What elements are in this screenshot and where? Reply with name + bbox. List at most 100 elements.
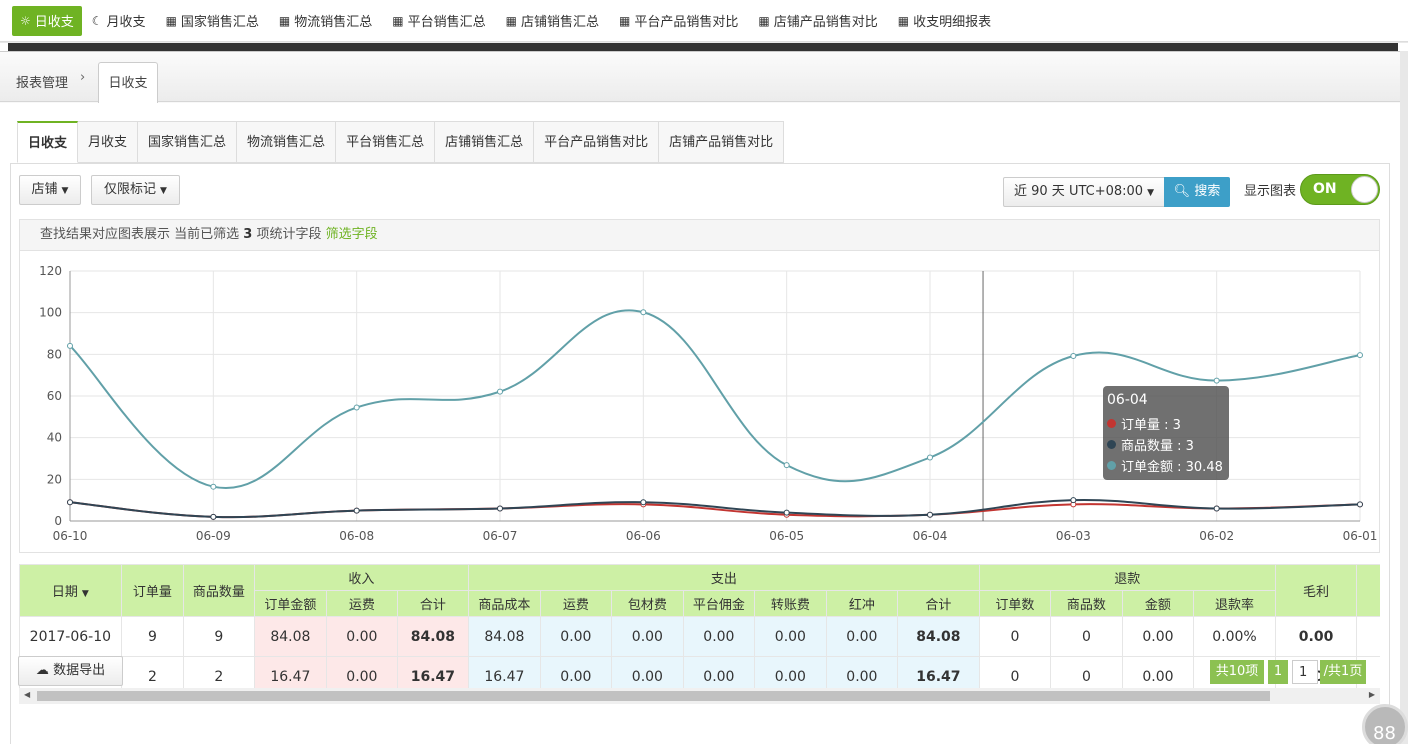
report-tabs: 日收支 月收支 国家销售汇总 物流销售汇总 平台销售汇总 店铺销售汇总 平台产品销售对比 店铺… [17, 121, 785, 163]
data-point [353, 507, 360, 514]
filter-summary-text: 查找结果对应图表展示 当前已筛选 [40, 227, 240, 242]
col-group-expense: 支出 [468, 564, 980, 591]
marker-dropdown[interactable]: 仅限标记 ▼ [91, 175, 180, 205]
export-button[interactable]: ☁ 数据导出 [18, 656, 123, 686]
search-button[interactable]: 🔍︎ 搜索 [1164, 177, 1230, 207]
marker-dropdown-label: 仅限标记 [104, 182, 157, 197]
tooltip-title: 06-04 [1107, 392, 1148, 408]
tab[interactable]: 店铺销售汇总 [435, 121, 535, 163]
data-point [783, 509, 790, 516]
col-refund-sub: 订单数 [978, 590, 1052, 617]
data-point [1213, 505, 1220, 512]
table-cell: 2 [183, 656, 255, 688]
tooltip-value: 商品数量 : 3 [1121, 439, 1194, 454]
series-dot-icon [1107, 461, 1116, 470]
data-point [927, 511, 933, 518]
table-cell: 0.00 [1121, 656, 1195, 688]
table-cell: 0.00 [326, 616, 398, 657]
page-number-button[interactable]: 1 [1268, 660, 1288, 684]
data-point [210, 513, 217, 520]
table-cell: 0.00 [754, 656, 827, 688]
y-tick-label: 80 [47, 347, 62, 361]
y-tick-label: 40 [47, 431, 62, 445]
topnav-item[interactable]: ☼ 日收支 [12, 5, 82, 36]
table-cell: 0.00 [539, 616, 613, 657]
table-cell: 0 [1050, 656, 1123, 688]
horizontal-scrollbar[interactable]: ◀ ▶ [19, 688, 1380, 704]
loading-indicator: 88 [1362, 704, 1408, 744]
topnav-item[interactable]: ▦ 店铺销售汇总 [496, 6, 609, 36]
toggle-state: ON [1313, 181, 1337, 197]
tab[interactable]: 国家销售汇总 [138, 121, 238, 163]
tab[interactable]: 日收支 [17, 121, 79, 163]
col-income-sub: 运费 [326, 590, 398, 617]
tab[interactable]: 店铺产品销售对比 [659, 121, 785, 163]
table-cell: 0.00 [825, 656, 899, 688]
y-tick-label: 60 [47, 389, 62, 403]
show-chart-toggle[interactable]: ON [1300, 174, 1380, 205]
col-income-sub: 订单金额 [253, 590, 328, 617]
topnav-item[interactable]: ▦ 平台产品销售对比 [609, 6, 748, 36]
topnav-item-label: 月收支 [106, 15, 146, 30]
x-tick-label: 06-06 [626, 529, 661, 543]
export-button-label: 数据导出 [53, 663, 106, 678]
table-row: 2017-06-092216.470.0016.4716.470.000.000… [19, 656, 1380, 688]
tab[interactable]: 月收支 [78, 121, 139, 163]
data-point [1213, 377, 1220, 384]
tooltip-row: 订单量 : 3 [1107, 413, 1225, 434]
col-expense-sub: 合计 [897, 590, 980, 617]
table-cell: 9 [183, 616, 255, 657]
tab[interactable]: 物流销售汇总 [237, 121, 337, 163]
search-icon: 🔍︎ [1173, 184, 1191, 199]
shop-dropdown[interactable]: 店铺 ▼ [19, 175, 81, 205]
table-cell: 16.47 [468, 656, 541, 688]
page-input[interactable]: 1 [1292, 660, 1318, 684]
breadcrumb-current-tab[interactable]: 日收支 [98, 62, 158, 103]
x-tick-label: 06-03 [1056, 529, 1091, 543]
topnav-item[interactable]: ▦ 国家销售汇总 [156, 6, 269, 36]
tab[interactable]: 平台销售汇总 [336, 121, 436, 163]
scroll-left-icon[interactable]: ◀ [24, 690, 30, 699]
y-tick-label: 120 [39, 264, 62, 278]
col-profit-rate: 毛利 [1356, 564, 1380, 617]
table-cell: 0.00 [754, 616, 827, 657]
table-cell: 16.47 [897, 656, 980, 688]
table-icon: ▦ [505, 13, 517, 28]
scroll-right-icon[interactable]: ▶ [1369, 690, 1375, 699]
shop-dropdown-label: 店铺 [31, 182, 58, 197]
topnav-item[interactable]: ▦ 店铺产品销售对比 [748, 6, 887, 36]
date-range-dropdown[interactable]: 近 90 天 UTC+08:00 ▼ [1003, 177, 1165, 207]
moon-icon: ☾ [91, 13, 103, 28]
col-date[interactable]: 日期 ▼ [19, 564, 122, 617]
loading-value: 88 [1373, 723, 1396, 744]
table-cell: 0 [978, 656, 1052, 688]
scrollbar-thumb[interactable] [37, 691, 1270, 701]
data-point [67, 342, 73, 349]
topnav-item[interactable]: ▦ 收支明细报表 [888, 6, 1001, 36]
top-nav: ☼ 日收支 ☾ 月收支 ▦ 国家销售汇总 ▦ 物流销售汇总 ▦ 平台销售汇总 ▦ 店铺销售汇总 ▦ 平台产… [0, 0, 1408, 42]
data-point [640, 309, 647, 316]
series-line [69, 501, 1361, 519]
table-row: 2017-06-10 9 9 84.08 0.00 84.08 84.08 0.00 0.00 0… [19, 616, 1380, 657]
table-cell: 84.08 [468, 616, 541, 657]
caret-down-icon: ▼ [1147, 188, 1154, 198]
topnav-item[interactable]: ☾ 月收支 [82, 6, 156, 36]
filter-summary-suffix: 项统计字段 [256, 227, 322, 242]
show-chart-label: 显示图表 [1244, 184, 1297, 199]
x-tick-label: 06-10 [53, 529, 88, 543]
report-table: 日期▼ 订单量 商品数量 收入 支出 退款 毛利 毛利 订单金额运费合计商品成本… [19, 564, 1380, 688]
topnav-item-label: 日收支 [34, 15, 74, 30]
topnav-item-label: 国家销售汇总 [180, 15, 259, 30]
table-icon: ▦ [392, 13, 404, 28]
topnav-item[interactable]: ▦ 平台销售汇总 [382, 6, 495, 36]
breadcrumb-root[interactable]: 报表管理 [16, 72, 68, 91]
table-cell: 0.00 [611, 616, 684, 657]
x-tick-label: 06-01 [1343, 529, 1378, 543]
table-cell: 0 [978, 616, 1052, 657]
x-tick-label: 06-04 [913, 529, 948, 543]
search-button-label: 搜索 [1194, 184, 1221, 199]
y-tick-label: 0 [54, 514, 62, 528]
topnav-item[interactable]: ▦ 物流销售汇总 [269, 6, 382, 36]
tab[interactable]: 平台产品销售对比 [534, 121, 660, 163]
filter-fields-link[interactable]: 筛选字段 [326, 227, 378, 242]
